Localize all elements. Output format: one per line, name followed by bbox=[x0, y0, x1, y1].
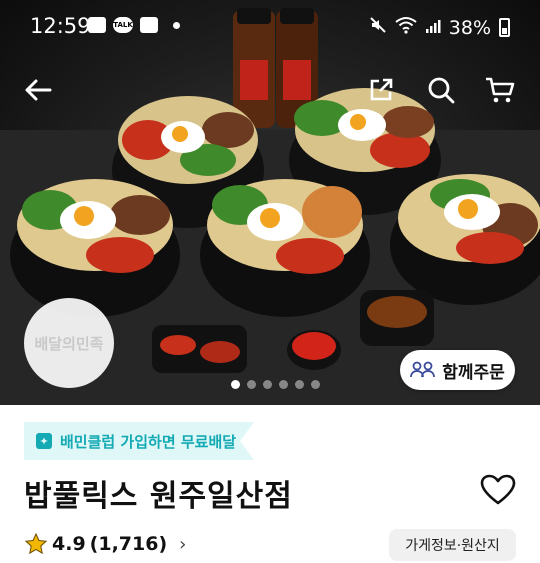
store-logo: 배달의민족 bbox=[24, 298, 114, 388]
favorite-button[interactable] bbox=[480, 474, 516, 510]
cart-button[interactable] bbox=[478, 68, 522, 112]
more-notifications-icon bbox=[173, 21, 180, 29]
cart-icon bbox=[486, 77, 515, 103]
banner-text: 배민클럽 가입하면 무료배달 bbox=[60, 432, 237, 451]
battery-icon bbox=[499, 18, 510, 37]
heart-icon bbox=[480, 474, 516, 505]
store-name: 밥풀릭스 원주일산점 bbox=[24, 479, 293, 514]
search-button[interactable] bbox=[419, 68, 463, 112]
group-order-button[interactable]: 함께주문 bbox=[400, 350, 515, 390]
club-free-delivery-banner[interactable]: ✦ 배민클럽 가입하면 무료배달 bbox=[24, 422, 254, 460]
status-bar: 12:59 TALK 38% bbox=[0, 0, 540, 56]
signal-icon bbox=[425, 17, 441, 39]
kakaotalk-notification-icon: TALK bbox=[113, 17, 133, 33]
carousel-dot bbox=[295, 380, 304, 389]
maps-notification-icon bbox=[140, 17, 158, 33]
chevron-right-icon: › bbox=[179, 533, 187, 555]
store-logo-text: 배달의민족 bbox=[34, 334, 104, 353]
bowl-front-right bbox=[390, 174, 540, 305]
club-badge-icon: ✦ bbox=[36, 433, 52, 449]
star-icon bbox=[24, 532, 48, 555]
carousel-dot bbox=[263, 380, 272, 389]
status-time: 12:59 bbox=[30, 14, 91, 38]
mute-icon bbox=[369, 16, 387, 39]
bowl-front-center bbox=[200, 179, 370, 317]
carousel-indicator bbox=[231, 380, 320, 389]
battery-percent: 38% bbox=[448, 16, 491, 39]
back-arrow-icon bbox=[25, 79, 52, 101]
store-info-origin-button[interactable]: 가게정보·원산지 bbox=[389, 529, 516, 561]
group-people-icon bbox=[410, 361, 436, 378]
carousel-dot bbox=[231, 380, 240, 389]
rating-link[interactable]: 4.9 (1,716) › bbox=[24, 532, 186, 556]
carousel-dot bbox=[247, 380, 256, 389]
back-button[interactable] bbox=[16, 68, 60, 112]
wifi-icon bbox=[395, 16, 417, 39]
share-button[interactable] bbox=[359, 68, 403, 112]
carousel-dot bbox=[311, 380, 320, 389]
carousel-dot bbox=[279, 380, 288, 389]
rating-value: 4.9 bbox=[52, 533, 86, 555]
group-order-label: 함께주문 bbox=[442, 362, 505, 383]
search-icon bbox=[428, 77, 455, 104]
gallery-notification-icon bbox=[88, 17, 106, 33]
bowl-front-left bbox=[10, 179, 180, 317]
share-icon bbox=[370, 78, 393, 101]
review-count: (1,716) bbox=[89, 533, 168, 555]
